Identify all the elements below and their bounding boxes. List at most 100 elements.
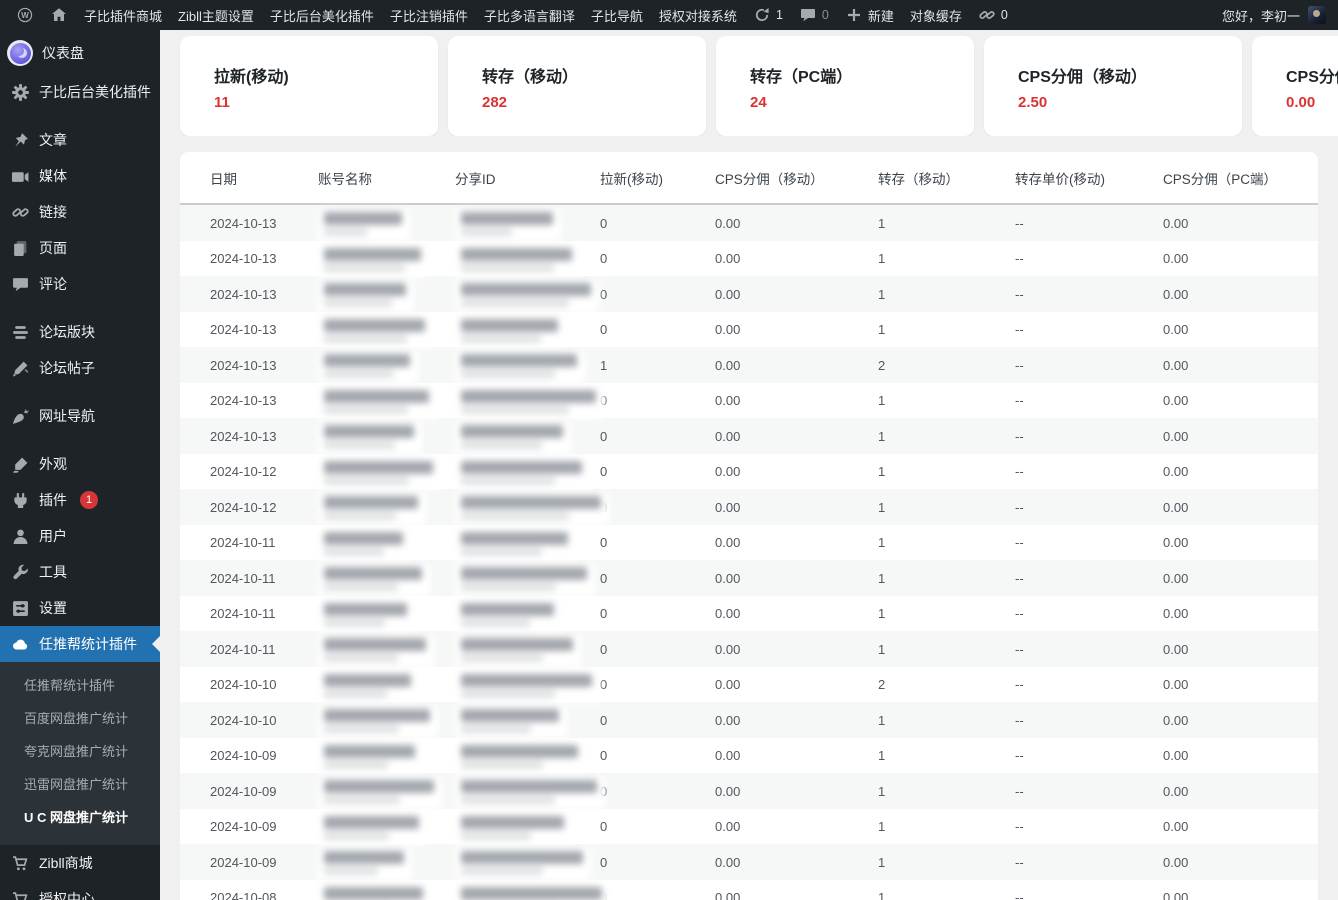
admin-bar-menu-item[interactable]: Zibll主题设置 (170, 0, 262, 30)
sidebar-item[interactable]: 网址导航 (0, 398, 160, 434)
table-cell: 0.00 (715, 677, 878, 692)
redaction-bar (324, 461, 433, 474)
numeric-value: 0.00 (715, 748, 740, 763)
blurred-account-name (318, 777, 442, 809)
sidebar-item-label: 授权中心 (39, 889, 95, 900)
admin-bar-menu-item[interactable]: 子比后台美化插件 (262, 0, 382, 30)
date-value: 2024-10-13 (210, 358, 277, 373)
submenu-item[interactable]: 迅雷网盘推广统计 (0, 767, 160, 800)
table-cell: -- (1015, 287, 1163, 302)
admin-bar-menu-item[interactable]: 子比多语言翻译 (476, 0, 583, 30)
submenu-item[interactable]: 任推帮统计插件 (0, 668, 160, 701)
new-content-label: 新建 (868, 6, 894, 25)
sidebar-item[interactable]: 链接 (0, 194, 160, 230)
table-cell: 2024-10-13 (210, 358, 318, 373)
sidebar-item[interactable]: 论坛帖子 (0, 350, 160, 386)
plug-icon (10, 490, 30, 510)
sidebar-item[interactable]: 媒体 (0, 158, 160, 194)
numeric-value: 0.00 (1163, 890, 1188, 900)
sidebar-item-label: 外观 (39, 454, 67, 474)
sidebar-item-label: 论坛版块 (39, 322, 95, 342)
submenu-item[interactable]: 夸克网盘推广统计 (0, 734, 160, 767)
home-button[interactable] (42, 0, 76, 30)
admin-bar-menu-item[interactable]: 授权对接系统 (651, 0, 745, 30)
table-cell (455, 773, 600, 809)
sidebar-item[interactable]: 仪表盘 (0, 30, 160, 74)
numeric-value: 1 (878, 713, 885, 728)
sidebar-item[interactable]: 文章 (0, 122, 160, 158)
table-cell: 0 (600, 393, 715, 408)
sidebar-item[interactable]: 工具 (0, 554, 160, 590)
redaction-bar (461, 283, 591, 296)
redaction-bar (324, 832, 389, 840)
sidebar-item[interactable]: 页面 (0, 230, 160, 266)
sidebar-item[interactable]: 论坛版块 (0, 314, 160, 350)
table-row: 2024-10-1100.001--0.00 (180, 525, 1318, 561)
table-cell: 2024-10-13 (210, 322, 318, 337)
numeric-value: 0 (600, 748, 607, 763)
admin-bar-menu-label: 子比后台美化插件 (270, 6, 374, 25)
numeric-value: 0.00 (715, 713, 740, 728)
table-cell: 1 (878, 216, 1015, 231)
sidebar-item[interactable]: Zibll商城 (0, 845, 160, 881)
blurred-account-name (318, 671, 419, 703)
sidebar-item[interactable]: 评论 (0, 266, 160, 302)
table-cell: -- (1015, 358, 1163, 373)
table-cell (318, 702, 455, 738)
brush-icon (10, 454, 30, 474)
menu-separator (0, 110, 160, 122)
table-cell (318, 312, 455, 348)
redaction-bar (324, 390, 429, 403)
redaction-bar (461, 299, 569, 307)
sidebar-item[interactable]: 外观 (0, 446, 160, 482)
comments-button[interactable]: 0 (791, 0, 837, 30)
numeric-value: 2 (878, 677, 885, 692)
table-cell: 0.00 (715, 855, 878, 870)
admin-bar-menu-label: 授权对接系统 (659, 6, 737, 25)
admin-bar-menu-item[interactable]: 子比插件商城 (76, 0, 170, 30)
sidebar-item[interactable]: 子比后台美化插件 (0, 74, 160, 110)
object-cache-button[interactable]: 对象缓存 (902, 0, 970, 30)
numeric-value: 0.00 (1163, 322, 1188, 337)
blurred-share-id (455, 742, 586, 774)
table-cell: -- (1015, 393, 1163, 408)
sidebar-item-active[interactable]: 任推帮统计插件 (0, 626, 160, 662)
dashboard-logo-moon (10, 43, 31, 64)
cart-icon (10, 889, 30, 900)
admin-bar-menu-item[interactable]: 子比导航 (583, 0, 651, 30)
table-cell (455, 347, 600, 383)
sidebar-item[interactable]: 授权中心 (0, 881, 160, 900)
table-cell: 0.00 (1163, 855, 1318, 870)
new-content-button[interactable]: 新建 (837, 0, 902, 30)
updates-button[interactable]: 1 (745, 0, 791, 30)
redaction-bar (324, 583, 398, 591)
redaction-bar (324, 212, 402, 225)
sidebar-item-label: 媒体 (39, 166, 67, 186)
greeting-user-link[interactable]: 您好，李初一 (1222, 6, 1300, 25)
stat-card-value: 282 (482, 94, 706, 111)
submenu-item[interactable]: 百度网盘推广统计 (0, 701, 160, 734)
sidebar-item[interactable]: 设置 (0, 590, 160, 626)
table-cell: 0.00 (1163, 890, 1318, 900)
numeric-value: 1 (878, 748, 885, 763)
numeric-value: 0.00 (715, 216, 740, 231)
admin-bar-menu-item[interactable]: 子比注销插件 (382, 0, 476, 30)
numeric-value: -- (1015, 713, 1024, 728)
links-button[interactable]: 0 (970, 0, 1016, 30)
table-cell: 0.00 (1163, 287, 1318, 302)
table-row: 2024-10-0800.001--0.00 (180, 880, 1318, 900)
sidebar-item[interactable]: 用户 (0, 518, 160, 554)
sidebar-item-label: 工具 (39, 562, 67, 582)
table-cell: 2024-10-13 (210, 393, 318, 408)
submenu-item-current[interactable]: U C 网盘推广统计 (0, 800, 160, 833)
table-cell: 1 (878, 642, 1015, 657)
table-cell: -- (1015, 216, 1163, 231)
wordpress-logo-button[interactable]: W (8, 0, 42, 30)
sidebar-item[interactable]: 插件1 (0, 482, 160, 518)
stat-card-value: 11 (214, 94, 438, 111)
avatar[interactable] (1308, 6, 1326, 24)
date-value: 2024-10-13 (210, 251, 277, 266)
dashboard-logo-icon (7, 40, 33, 66)
table-cell: 2024-10-09 (210, 748, 318, 763)
redaction-bar (461, 583, 556, 591)
